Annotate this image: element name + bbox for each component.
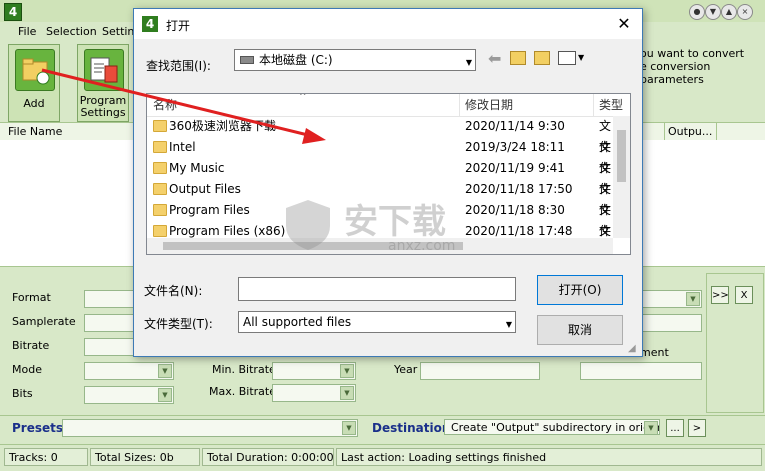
annotation-arrow: [41, 68, 326, 144]
arrow-line: [41, 68, 313, 138]
arrow-head-icon: [302, 128, 326, 144]
